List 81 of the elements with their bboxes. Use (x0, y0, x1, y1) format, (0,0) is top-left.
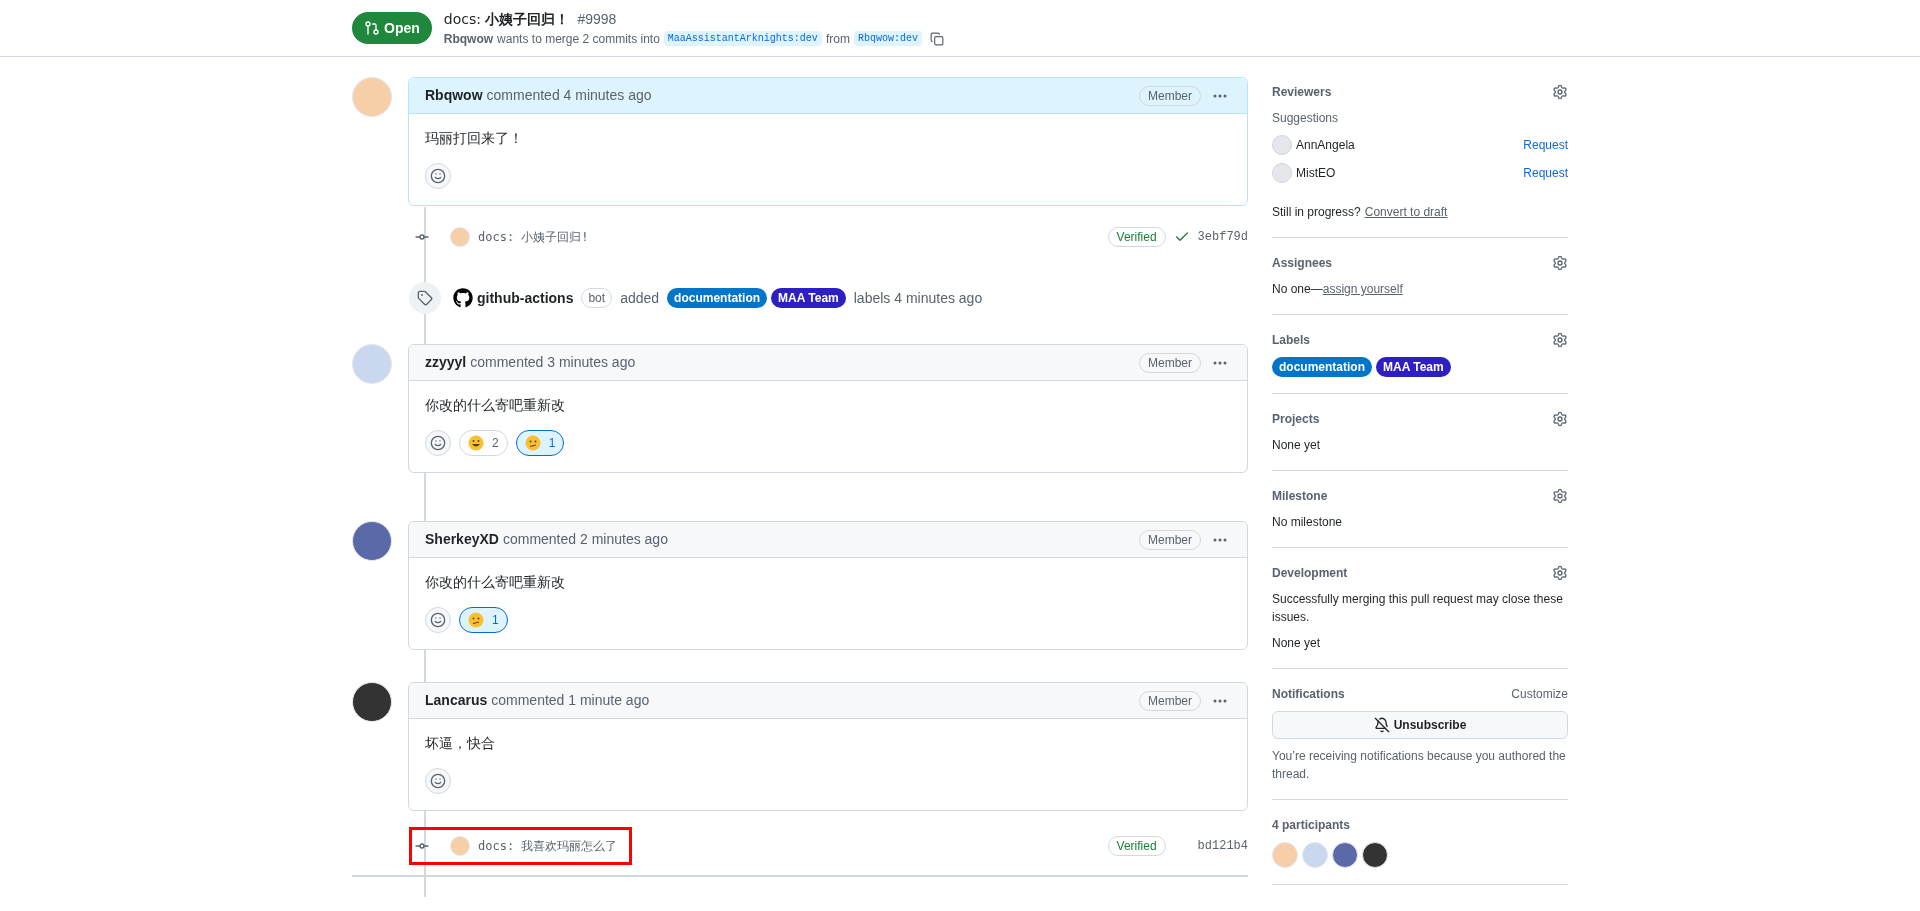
pull-request-title: docs: 小姨子回归！ (443, 9, 570, 29)
comment-body: 坏逼，快合 (425, 734, 496, 753)
comment-time: commented 1 minute ago (491, 691, 650, 710)
author-link[interactable]: Rbqwow (443, 29, 494, 48)
reviewer-name[interactable]: AnnAngela (1296, 136, 1524, 154)
section-title: Reviewers (1272, 84, 1332, 101)
add-reaction-button[interactable] (425, 768, 451, 794)
ellipsis-icon (1213, 360, 1227, 365)
pull-request-icon (364, 20, 380, 36)
label-tag[interactable]: documentation (1272, 357, 1372, 377)
assignees-text: No one— (1272, 281, 1323, 298)
draft-note: Still in progress? (1272, 204, 1361, 221)
assign-yourself-link[interactable]: assign yourself (1322, 280, 1403, 298)
section-title: Milestone (1272, 488, 1328, 505)
bell-off-icon (1373, 717, 1390, 733)
confused-face-icon (524, 435, 541, 451)
unsubscribe-button[interactable]: Unsubscribe (1272, 711, 1568, 739)
ellipsis-icon (1213, 93, 1227, 98)
comment-body: 玛丽打回来了！ (425, 129, 524, 148)
ellipsis-icon (1213, 537, 1227, 542)
copy-icon[interactable] (929, 31, 944, 46)
ellipsis-icon (1213, 698, 1227, 703)
from-text: from (825, 30, 850, 48)
comment-body: 你改的什么寄吧重新改 (425, 573, 566, 592)
author-link[interactable]: Rbqwow (425, 85, 483, 106)
development-text: Successfully merging this pull request may close these issues. (1272, 591, 1564, 626)
suggestions-label: Suggestions (1272, 110, 1340, 127)
author-link[interactable]: SherkeyXD (425, 529, 499, 550)
section-title: Assignees (1272, 255, 1333, 272)
commit-message[interactable]: docs: 小姨子回归! (478, 228, 589, 246)
open-state-label: Open (352, 12, 432, 44)
label-tag[interactable]: MAA Team (1376, 357, 1451, 377)
confused-face-icon (468, 612, 484, 628)
section-title: Projects (1272, 411, 1320, 428)
convert-to-draft-link[interactable]: Convert to draft (1364, 203, 1448, 221)
milestone-text: No milestone (1272, 514, 1344, 531)
avatar[interactable] (1362, 842, 1388, 868)
reviewer-name[interactable]: MistEO (1296, 164, 1524, 182)
settings-icon[interactable] (1552, 488, 1568, 504)
label-tag[interactable]: documentation (667, 288, 768, 308)
author-link[interactable]: zzyyyl (425, 352, 467, 373)
notifications-note: You’re receiving notifications because you authored the thread. (1272, 748, 1567, 783)
pull-request-number: #9998 (577, 9, 617, 29)
comment-time: commented 2 minutes ago (502, 530, 668, 549)
comment-time: commented 4 minutes ago (486, 86, 652, 105)
customize-link[interactable]: Customize (1511, 685, 1568, 703)
commit-message[interactable]: docs: 我喜欢玛丽怎么了 (478, 837, 618, 855)
section-title: 4 participants (1272, 817, 1351, 834)
comment-body: 你改的什么寄吧重新改 (425, 396, 566, 415)
add-reaction-button[interactable] (425, 163, 451, 189)
settings-icon[interactable] (1552, 84, 1568, 100)
section-title: Notifications (1272, 686, 1345, 703)
request-link[interactable]: Request (1523, 136, 1568, 154)
event-time: labels 4 minutes ago (853, 288, 983, 308)
add-reaction-button[interactable] (425, 430, 451, 456)
settings-icon[interactable] (1552, 411, 1568, 427)
cat-logo-icon (453, 288, 473, 308)
author-link[interactable]: Lancarus (425, 690, 488, 711)
settings-icon[interactable] (1552, 332, 1568, 348)
branch-link[interactable]: Rbqwow:dev (853, 31, 922, 46)
avatar[interactable] (352, 682, 392, 722)
commit-sha[interactable]: 3ebf79d (1197, 228, 1248, 246)
commit-sha[interactable]: bd121b4 (1197, 837, 1248, 855)
reaction-button[interactable]: 1 (459, 607, 508, 633)
section-title: Development (1272, 565, 1348, 582)
settings-icon[interactable] (1552, 255, 1568, 271)
branch-link[interactable]: MaaAssistantArknights:dev (663, 31, 822, 46)
actor-link[interactable]: github-actions (477, 287, 574, 309)
section-title: Labels (1272, 332, 1310, 349)
grinning-face-icon (468, 435, 484, 451)
reaction-button[interactable]: 2 (459, 430, 508, 456)
add-reaction-button[interactable] (425, 607, 451, 633)
reaction-button[interactable]: 1 (515, 430, 565, 456)
development-note: None yet (1272, 635, 1322, 652)
comment-time: commented 3 minutes ago (470, 353, 636, 372)
request-link[interactable]: Request (1523, 164, 1568, 182)
label-tag[interactable]: MAA Team (771, 288, 846, 308)
projects-text: None yet (1272, 437, 1322, 454)
settings-icon[interactable] (1552, 565, 1568, 581)
event-verb: added (620, 288, 660, 308)
merge-summary: wants to merge 2 commits into (497, 30, 660, 48)
